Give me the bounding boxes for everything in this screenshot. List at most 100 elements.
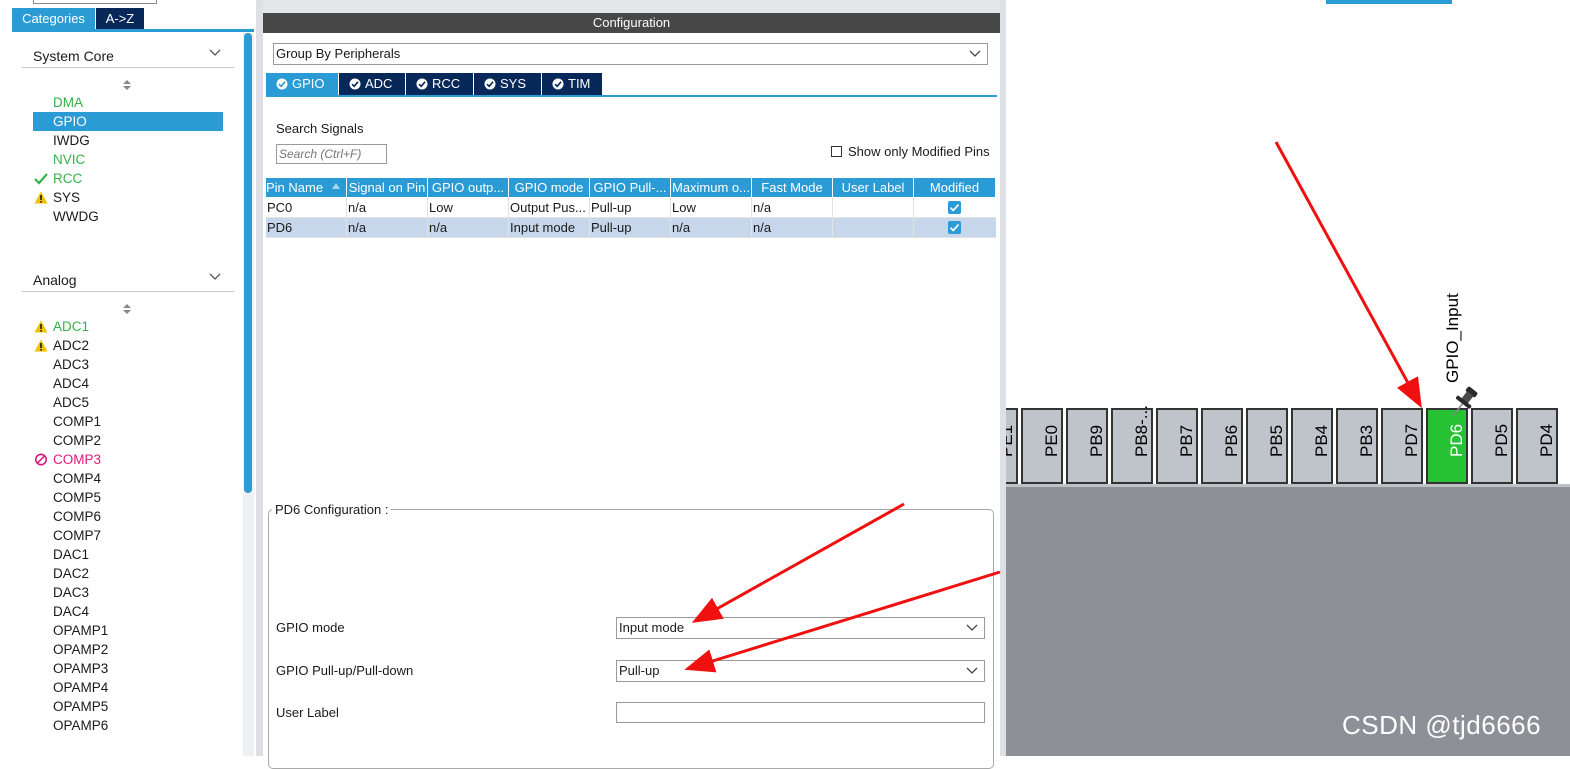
column-header[interactable]: Signal on Pin bbox=[347, 178, 428, 197]
table-row[interactable]: PD6 n/a n/a Input mode Pull-up n/a n/a bbox=[266, 218, 996, 238]
tab-rcc[interactable]: RCC bbox=[406, 73, 473, 95]
filter-input-edge[interactable] bbox=[33, 0, 157, 4]
sidebar-item-label: COMP3 bbox=[53, 452, 102, 467]
check-circle-icon bbox=[349, 78, 361, 90]
pin-pb5[interactable]: PB5 bbox=[1246, 408, 1288, 484]
scrollbar-thumb[interactable] bbox=[244, 33, 252, 493]
sidebar-item-dma[interactable]: DMA bbox=[33, 93, 223, 112]
column-header[interactable]: GPIO Pull-... bbox=[590, 178, 671, 197]
sidebar-item-nvic[interactable]: NVIC bbox=[33, 150, 223, 169]
sidebar-item-comp2[interactable]: COMP2 bbox=[33, 431, 223, 450]
section-system-core[interactable]: System Core bbox=[22, 44, 234, 68]
pin-label: PB6 bbox=[1222, 424, 1241, 457]
column-header[interactable]: GPIO mode bbox=[509, 178, 590, 197]
panel-splitter[interactable] bbox=[256, 0, 263, 756]
sidebar-item-label: ADC2 bbox=[53, 338, 90, 353]
tab-sys[interactable]: SYS bbox=[474, 73, 541, 95]
pin-pb7[interactable]: PB7 bbox=[1156, 408, 1198, 484]
pin-pe0[interactable]: PE0 bbox=[1021, 408, 1063, 484]
sidebar-item-comp6[interactable]: COMP6 bbox=[33, 507, 223, 526]
checkbox-box[interactable] bbox=[831, 146, 842, 157]
check-circle-icon bbox=[276, 78, 288, 90]
pin-pb3[interactable]: PB3 bbox=[1336, 408, 1378, 484]
sidebar-item-dac3[interactable]: DAC3 bbox=[33, 583, 223, 602]
pin-pb9[interactable]: PB9 bbox=[1066, 408, 1108, 484]
group-by-select[interactable]: Group By Peripherals bbox=[273, 43, 988, 65]
pin-pb8[interactable]: PB8-... bbox=[1111, 405, 1153, 484]
column-header[interactable]: Modified bbox=[914, 178, 996, 197]
pin-pd4[interactable]: PD4 bbox=[1516, 408, 1558, 484]
table-row[interactable]: PC0 n/a Low Output Pus... Pull-up Low n/a bbox=[266, 198, 996, 218]
sidebar-item-label: RCC bbox=[53, 171, 83, 186]
chevron-down-icon[interactable] bbox=[209, 271, 221, 283]
column-header[interactable]: GPIO outp... bbox=[428, 178, 509, 197]
table-cell: Low bbox=[428, 198, 509, 218]
sidebar-item-wwdg[interactable]: WWDG bbox=[33, 207, 223, 226]
sidebar-item-adc5[interactable]: ADC5 bbox=[33, 393, 223, 412]
sidebar-item-opamp4[interactable]: OPAMP4 bbox=[33, 678, 223, 697]
gpio-mode-label: GPIO mode bbox=[276, 620, 345, 635]
sidebar-item-dac4[interactable]: DAC4 bbox=[33, 602, 223, 621]
sidebar-item-opamp6[interactable]: OPAMP6 bbox=[33, 716, 223, 735]
tab-adc[interactable]: ADC bbox=[339, 73, 405, 95]
modified-checkbox[interactable] bbox=[948, 221, 961, 234]
table-cell: Pull-up bbox=[590, 218, 671, 238]
sidebar-item-comp5[interactable]: COMP5 bbox=[33, 488, 223, 507]
sidebar-item-adc1[interactable]: ADC1 bbox=[33, 317, 223, 336]
sidebar-item-label: ADC1 bbox=[53, 319, 90, 334]
gpio-pull-select[interactable]: Pull-up bbox=[616, 660, 985, 682]
tab-gpio[interactable]: GPIO bbox=[266, 73, 338, 95]
tab-label: SYS bbox=[500, 76, 527, 91]
column-header[interactable]: User Label bbox=[833, 178, 914, 197]
sidebar-item-opamp3[interactable]: OPAMP3 bbox=[33, 659, 223, 678]
sidebar-item-comp4[interactable]: COMP4 bbox=[33, 469, 223, 488]
pin-pe1[interactable]: PE1 bbox=[1006, 408, 1018, 484]
sidebar-item-comp1[interactable]: COMP1 bbox=[33, 412, 223, 431]
sidebar-item-opamp5[interactable]: OPAMP5 bbox=[33, 697, 223, 716]
blocked-icon bbox=[35, 453, 47, 466]
pin-label: PD5 bbox=[1492, 423, 1511, 457]
pin-pd7[interactable]: PD7 bbox=[1381, 408, 1423, 484]
pushpin-icon[interactable] bbox=[1446, 384, 1480, 422]
check-icon bbox=[34, 173, 48, 185]
sidebar-item-opamp2[interactable]: OPAMP2 bbox=[33, 640, 223, 659]
pinout-view: PE1 PE0 PB9 PB8-... PB7 PB6 PB5 PB4 PB3 PD7 PD6 PD5… bbox=[1006, 0, 1570, 756]
pin-pb4[interactable]: PB4 bbox=[1291, 408, 1333, 484]
sidebar-item-dac2[interactable]: DAC2 bbox=[33, 564, 223, 583]
gpio-mode-select[interactable]: Input mode bbox=[616, 617, 985, 639]
sidebar-item-adc4[interactable]: ADC4 bbox=[33, 374, 223, 393]
section-title: System Core bbox=[33, 48, 114, 64]
user-label-input[interactable] bbox=[616, 702, 985, 723]
sidebar-item-adc3[interactable]: ADC3 bbox=[33, 355, 223, 374]
section-analog[interactable]: Analog bbox=[22, 268, 234, 292]
table-cell: Low bbox=[671, 198, 752, 218]
sidebar-item-adc2[interactable]: ADC2 bbox=[33, 336, 223, 355]
sidebar-item-label: OPAMP2 bbox=[53, 642, 109, 657]
sidebar-item-gpio[interactable]: GPIO bbox=[33, 112, 223, 131]
group-by-value: Group By Peripherals bbox=[276, 46, 401, 61]
modified-checkbox[interactable] bbox=[948, 201, 961, 214]
tab-a-to-z[interactable]: A->Z bbox=[96, 8, 144, 29]
sidebar-item-sys[interactable]: SYS bbox=[33, 188, 223, 207]
sidebar-item-label: SYS bbox=[53, 190, 81, 205]
pin-pb6[interactable]: PB6 bbox=[1201, 408, 1243, 484]
table-cell: n/a bbox=[671, 218, 752, 238]
sidebar-item-opamp1[interactable]: OPAMP1 bbox=[33, 621, 223, 640]
column-header[interactable]: Fast Mode bbox=[752, 178, 833, 197]
configuration-title: Configuration bbox=[263, 13, 1000, 33]
tab-underline bbox=[12, 29, 254, 32]
tab-tim[interactable]: TIM bbox=[542, 73, 602, 95]
sidebar-item-dac1[interactable]: DAC1 bbox=[33, 545, 223, 564]
sidebar-item-iwdg[interactable]: IWDG bbox=[33, 131, 223, 150]
chevron-down-icon[interactable] bbox=[209, 47, 221, 59]
sort-icon[interactable] bbox=[122, 303, 132, 315]
sidebar-item-comp3[interactable]: COMP3 bbox=[33, 450, 223, 469]
column-header[interactable]: Maximum o... bbox=[671, 178, 752, 197]
sort-icon[interactable] bbox=[122, 79, 132, 91]
sidebar-item-comp7[interactable]: COMP7 bbox=[33, 526, 223, 545]
sidebar-item-label: OPAMP6 bbox=[53, 718, 109, 733]
tab-categories[interactable]: Categories bbox=[12, 8, 95, 29]
sidebar-item-rcc[interactable]: RCC bbox=[33, 169, 223, 188]
sidebar-item-label: ADC5 bbox=[53, 395, 90, 410]
search-signals-input[interactable] bbox=[276, 144, 387, 164]
